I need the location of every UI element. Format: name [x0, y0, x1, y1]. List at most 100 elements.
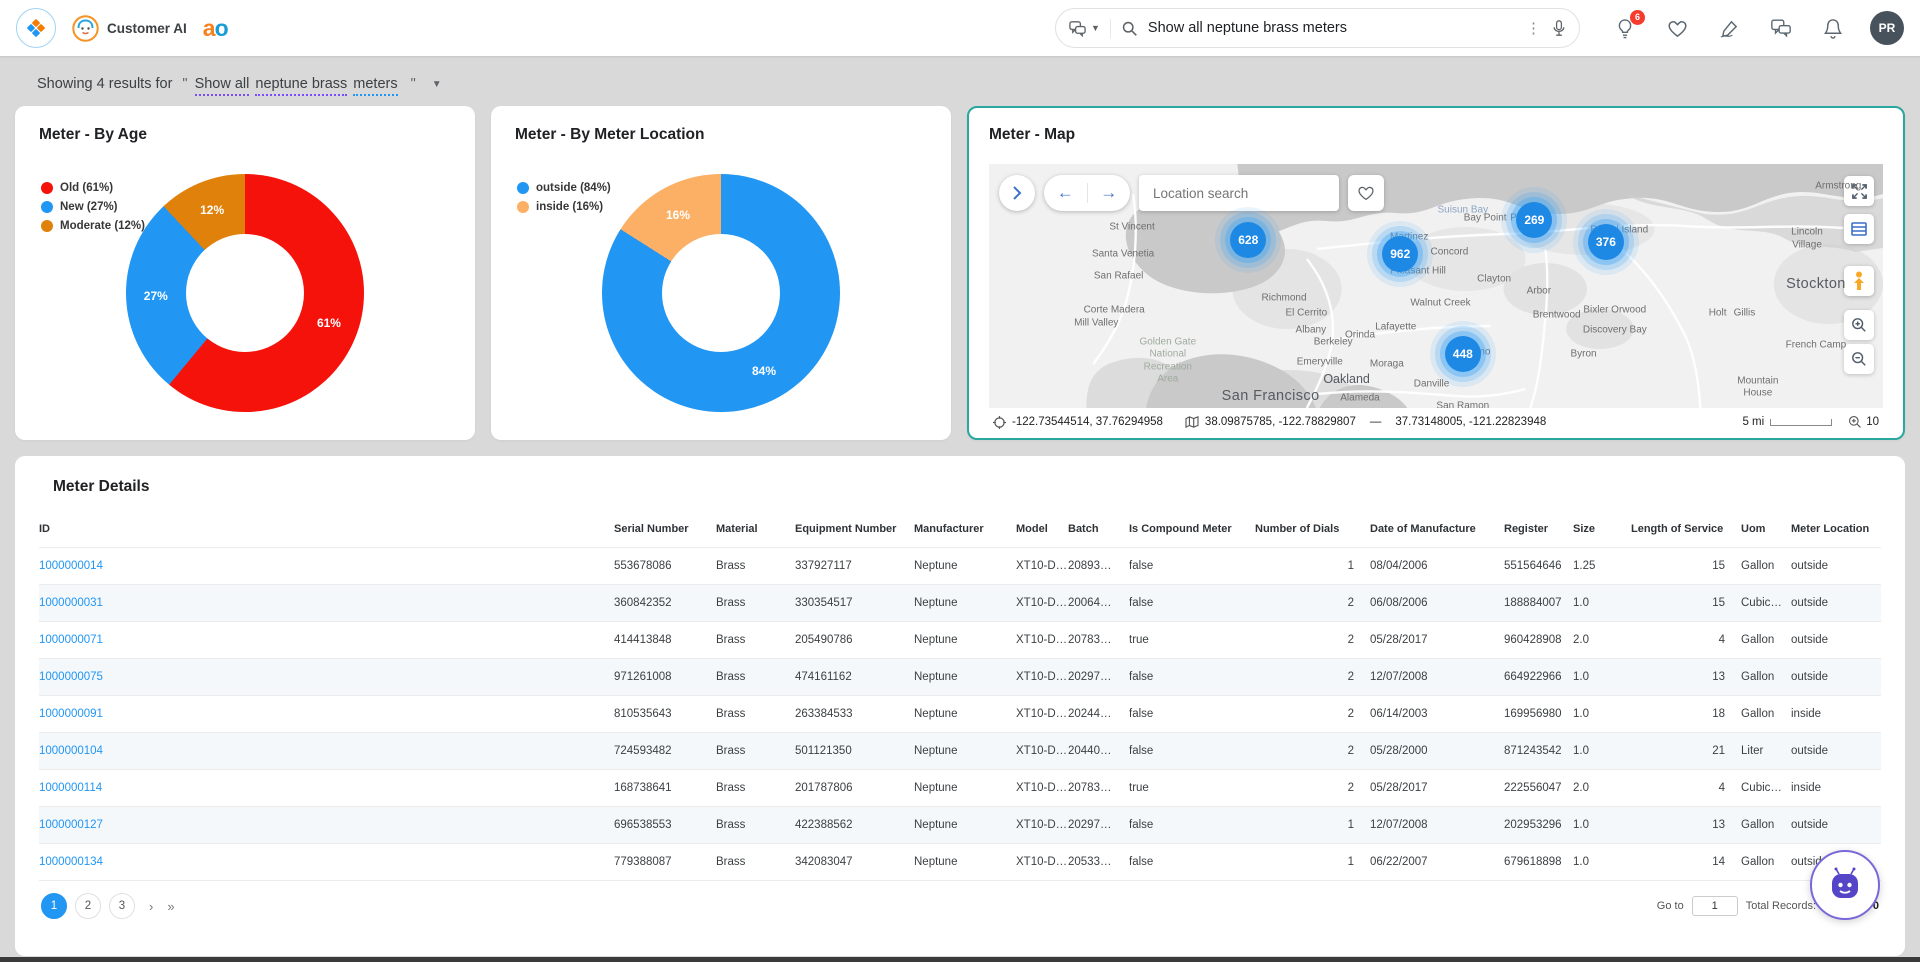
donut-slice-label: 27%: [144, 289, 168, 303]
layers-list-icon: [1851, 222, 1867, 236]
meter-id-link[interactable]: 1000000104: [39, 733, 614, 770]
meter-id-link[interactable]: 1000000127: [39, 807, 614, 844]
legend-item[interactable]: New (27%): [41, 201, 145, 213]
meter-id-link[interactable]: 1000000114: [39, 770, 614, 807]
map-cluster-marker[interactable]: 269: [1516, 202, 1552, 238]
map-cluster-marker[interactable]: 376: [1588, 224, 1624, 260]
meter-id-link[interactable]: 1000000031: [39, 585, 614, 622]
table-body: 1000000014553678086Brass337927117Neptune…: [39, 548, 1881, 881]
query-word[interactable]: meters: [353, 76, 397, 96]
column-header[interactable]: Date of Manufacture: [1370, 510, 1504, 548]
legend-dot: [517, 201, 529, 213]
column-header[interactable]: Batch: [1068, 510, 1129, 548]
table-cell: 337927117: [795, 548, 914, 585]
map-panel-toggle-button[interactable]: [999, 175, 1035, 211]
table-cell: false: [1129, 844, 1255, 881]
cards-row: Meter - By Age Old (61%)New (27%)Moderat…: [0, 106, 1920, 440]
table-cell: false: [1129, 696, 1255, 733]
column-header[interactable]: Uom: [1741, 510, 1791, 548]
back-arrow-button[interactable]: ←: [1044, 183, 1087, 203]
table-cell: Gallon: [1741, 844, 1791, 881]
search-bar[interactable]: ▼ ⋮: [1055, 8, 1580, 48]
column-header[interactable]: Model: [1016, 510, 1068, 548]
search-input[interactable]: [1148, 20, 1516, 36]
search-mode-dropdown[interactable]: ▼: [1068, 19, 1111, 38]
table-cell: 05/28/2017: [1370, 770, 1504, 807]
table-header-row: IDSerial NumberMaterialEquipment NumberM…: [39, 510, 1881, 548]
favorites-button[interactable]: [1666, 17, 1688, 39]
meter-id-link[interactable]: 1000000014: [39, 548, 614, 585]
conversations-button[interactable]: [1770, 17, 1792, 39]
map-favorite-button[interactable]: [1348, 175, 1384, 211]
column-header[interactable]: Size: [1573, 510, 1631, 548]
results-dropdown-caret-icon[interactable]: ▼: [432, 79, 442, 90]
query-word[interactable]: neptune brass: [255, 76, 347, 96]
table-cell: Liter: [1741, 733, 1791, 770]
notifications-button[interactable]: [1822, 17, 1844, 39]
legend-item[interactable]: Moderate (12%): [41, 220, 145, 232]
meter-id-link[interactable]: 1000000091: [39, 696, 614, 733]
meter-id-link[interactable]: 1000000134: [39, 844, 614, 881]
chatbot-launcher-button[interactable]: [1810, 850, 1880, 920]
query-word[interactable]: Show all: [195, 76, 250, 96]
column-header[interactable]: ID: [39, 510, 614, 548]
column-header[interactable]: Number of Dials: [1255, 510, 1370, 548]
column-header[interactable]: Equipment Number: [795, 510, 914, 548]
map-cluster-marker[interactable]: 962: [1382, 236, 1418, 272]
annotate-button[interactable]: [1718, 17, 1740, 39]
page-button-2[interactable]: 2: [75, 893, 101, 919]
chevron-down-icon: ▼: [1091, 23, 1100, 33]
card-meter-by-age: Meter - By Age Old (61%)New (27%)Moderat…: [15, 106, 475, 440]
page-button-1[interactable]: 1: [41, 893, 67, 919]
table-cell: 14: [1631, 844, 1741, 881]
map-cluster-marker[interactable]: 628: [1230, 222, 1266, 258]
column-header[interactable]: Serial Number: [614, 510, 716, 548]
street-view-pegman[interactable]: [1844, 266, 1874, 296]
meter-id-link[interactable]: 1000000075: [39, 659, 614, 696]
legend-item[interactable]: Old (61%): [41, 182, 145, 194]
user-avatar[interactable]: PR: [1870, 11, 1904, 45]
donut-chart-by-location[interactable]: 84%16%: [602, 174, 840, 412]
location-search-input[interactable]: [1139, 175, 1339, 211]
table-cell: Neptune: [914, 733, 1016, 770]
card-meter-by-location: Meter - By Meter Location outside (84%)i…: [491, 106, 951, 440]
legend-item[interactable]: outside (84%): [517, 182, 611, 194]
crosshair-icon: [993, 416, 1006, 429]
insights-bulb-button[interactable]: 6: [1614, 17, 1636, 39]
table-cell: Brass: [716, 585, 795, 622]
map-zoom-out-button[interactable]: [1844, 344, 1874, 374]
page-button-3[interactable]: 3: [109, 893, 135, 919]
column-header[interactable]: Register: [1504, 510, 1573, 548]
donut-chart-by-age[interactable]: 61%27%12%: [126, 174, 364, 412]
column-header[interactable]: Is Compound Meter: [1129, 510, 1255, 548]
next-page-icon[interactable]: ›: [149, 899, 153, 914]
column-header[interactable]: Meter Location: [1791, 510, 1881, 548]
notification-badge: 6: [1630, 10, 1645, 25]
legend-item[interactable]: inside (16%): [517, 201, 611, 213]
app-launcher-button[interactable]: [16, 8, 56, 48]
map-canvas[interactable]: ← →: [989, 164, 1883, 408]
map-layers-button[interactable]: [1844, 214, 1874, 244]
column-header[interactable]: Material: [716, 510, 795, 548]
map-fullscreen-button[interactable]: [1844, 176, 1874, 206]
table-cell: XT10-D…: [1016, 770, 1068, 807]
table-cell: outside: [1791, 585, 1881, 622]
scale-bar: [1770, 419, 1832, 426]
meter-id-link[interactable]: 1000000071: [39, 622, 614, 659]
column-header[interactable]: Length of Service: [1631, 510, 1741, 548]
microphone-icon[interactable]: [1551, 19, 1567, 37]
table-cell: false: [1129, 585, 1255, 622]
map-cluster-marker[interactable]: 448: [1445, 336, 1481, 372]
forward-arrow-button[interactable]: →: [1088, 183, 1131, 203]
table-cell: false: [1129, 548, 1255, 585]
map-zoom-in-button[interactable]: [1844, 310, 1874, 340]
last-page-icon[interactable]: »: [167, 899, 174, 914]
table-cell: 2.0: [1573, 622, 1631, 659]
company-logo: ao: [203, 15, 228, 42]
search-options-kebab-icon[interactable]: ⋮: [1526, 19, 1541, 37]
map-status-bar: -122.73544514, 37.76294958 38.09875785, …: [989, 408, 1883, 436]
column-header[interactable]: Manufacturer: [914, 510, 1016, 548]
table-row: 1000000104724593482Brass501121350Neptune…: [39, 733, 1881, 770]
table-cell: false: [1129, 659, 1255, 696]
goto-page-input[interactable]: [1692, 896, 1738, 916]
